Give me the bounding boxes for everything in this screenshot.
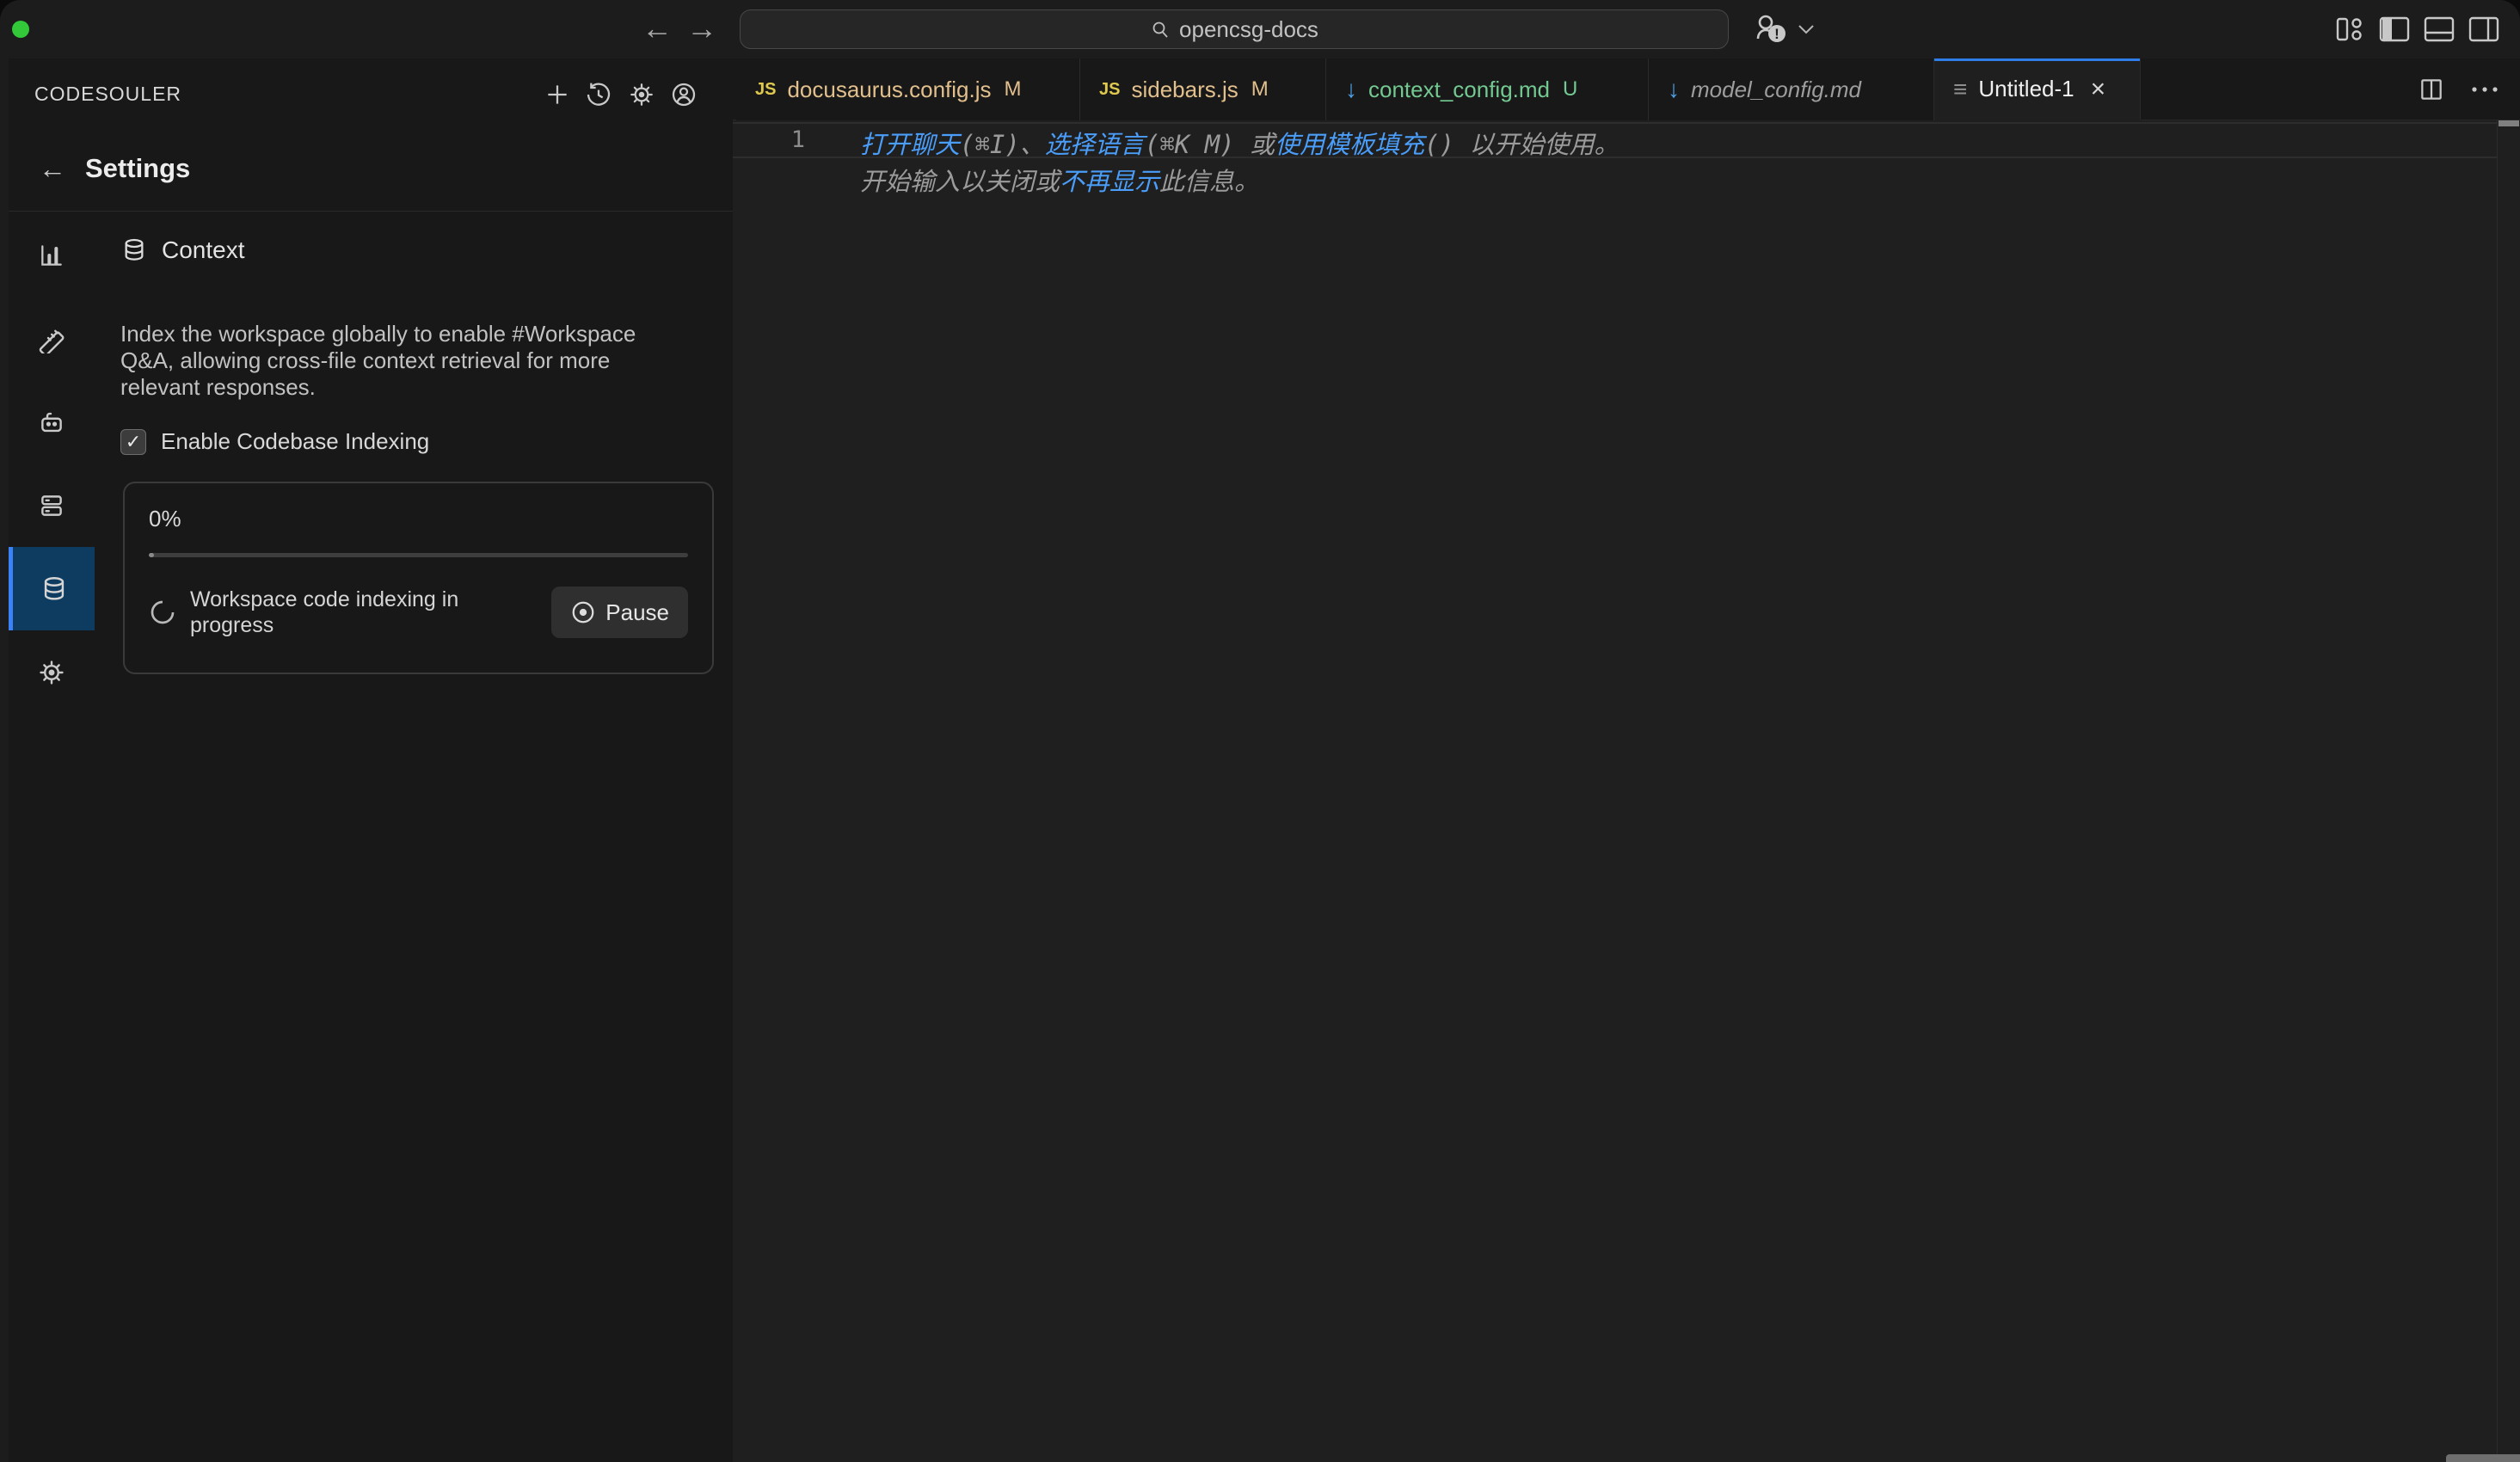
- rail-item-bar-chart[interactable]: [9, 213, 95, 297]
- gear-icon: [37, 658, 66, 687]
- progress-percent: 0%: [149, 506, 688, 532]
- panel-header: CODESOULER: [9, 58, 733, 129]
- indexing-progress-card: 0% Workspace code indexing in progress: [123, 482, 714, 674]
- app-window: ← → opencsg-docs !: [0, 0, 2520, 1462]
- panel-title: CODESOULER: [34, 58, 181, 129]
- window-traffic-light[interactable]: [12, 21, 29, 38]
- robot-icon: [37, 408, 66, 437]
- context-heading-label: Context: [162, 236, 245, 264]
- progress-bar: [149, 553, 688, 557]
- toggle-primary-sidebar-button[interactable]: [2376, 15, 2413, 44]
- rail-item-ruler[interactable]: [9, 297, 95, 380]
- close-tab-icon[interactable]: ×: [2091, 77, 2106, 102]
- hint-link[interactable]: 选择语言: [1045, 130, 1145, 159]
- hint-link[interactable]: 使用模板填充: [1275, 130, 1424, 159]
- hint-link[interactable]: 不再显示: [1060, 167, 1159, 196]
- search-icon: [1150, 19, 1171, 40]
- customize-layout-button[interactable]: [2331, 15, 2369, 44]
- split-editor-icon[interactable]: [2417, 76, 2446, 103]
- progress-status-row: Workspace code indexing in progress Paus…: [149, 587, 688, 638]
- pause-button[interactable]: Pause: [551, 587, 688, 638]
- git-status-badge: M: [1005, 77, 1022, 101]
- hint-text: 开始输入以关闭或: [860, 167, 1060, 196]
- toggle-panel-button[interactable]: [2420, 15, 2458, 44]
- database-icon: [120, 236, 148, 264]
- tab-label: Untitled-1: [1978, 76, 2074, 102]
- command-center-search[interactable]: opencsg-docs: [740, 9, 1729, 49]
- tab-label: context_config.md: [1368, 77, 1550, 103]
- txt-file-icon: ≡: [1953, 77, 1967, 101]
- tab-context-config-md[interactable]: ↓ context_config.md U: [1326, 58, 1649, 120]
- git-status-badge: U: [1563, 77, 1577, 101]
- editor-actions: [2417, 58, 2499, 120]
- settings-header: ← Settings: [39, 150, 190, 187]
- line-number: 1: [767, 126, 805, 153]
- tab-sidebars-js[interactable]: JS sidebars.js M: [1080, 58, 1326, 120]
- editor-area: JS docusaurus.config.js M JS sidebars.js M ↓ co…: [733, 58, 2520, 1462]
- pause-circle-icon: [570, 599, 596, 625]
- enable-indexing-checkbox[interactable]: ✓: [120, 429, 146, 455]
- js-file-icon: JS: [755, 80, 776, 100]
- copilot-icon: !: [1751, 11, 1791, 47]
- rail-item-robot[interactable]: [9, 380, 95, 464]
- tab-docusaurus-config-js[interactable]: JS docusaurus.config.js M: [736, 58, 1080, 120]
- bar-chart-icon: [38, 242, 65, 269]
- settings-title: Settings: [85, 153, 190, 184]
- hint-text: (⌘I)、: [960, 130, 1045, 159]
- server-stack-icon: [37, 491, 66, 520]
- hint-text: () 以开始使用。: [1424, 130, 1619, 159]
- database-icon: [40, 574, 69, 604]
- md-file-icon: ↓: [1345, 77, 1357, 101]
- rail-item-server-stack[interactable]: [9, 464, 95, 547]
- editor-content[interactable]: 1 打开聊天(⌘I)、选择语言(⌘K M) 或使用模板填充() 以开始使用。 开…: [733, 120, 2520, 1462]
- pause-button-label: Pause: [605, 599, 669, 626]
- settings-category-rail: [9, 211, 95, 1462]
- hint-link[interactable]: 打开聊天: [860, 130, 960, 159]
- history-button[interactable]: [583, 79, 614, 110]
- copilot-menu-button[interactable]: !: [1751, 11, 1815, 47]
- rail-item-gear[interactable]: [9, 630, 95, 714]
- chevron-down-icon: [1798, 24, 1815, 34]
- tab-label: docusaurus.config.js: [787, 77, 991, 103]
- enable-indexing-label: Enable Codebase Indexing: [161, 428, 429, 455]
- codesouler-sidebar: CODESOULER ← S: [9, 58, 733, 1462]
- hint-text: 此信息。: [1159, 167, 1259, 196]
- panel-settings-gear-button[interactable]: [626, 79, 657, 110]
- tab-label: model_config.md: [1691, 77, 1861, 103]
- navigate-back-button[interactable]: ←: [640, 0, 674, 58]
- tab-label: sidebars.js: [1131, 77, 1238, 103]
- editor-hint-line-1: 打开聊天(⌘I)、选择语言(⌘K M) 或使用模板填充() 以开始使用。: [860, 125, 1620, 161]
- editor-hint-line-2: 开始输入以关闭或不再显示此信息。: [860, 162, 1259, 198]
- context-section-heading: Context: [120, 236, 245, 264]
- title-bar: ← → opencsg-docs !: [0, 0, 2520, 58]
- horizontal-scrollbar-thumb[interactable]: [2446, 1454, 2520, 1462]
- navigate-forward-button[interactable]: →: [685, 0, 719, 58]
- ruler-icon: [37, 324, 66, 353]
- account-button[interactable]: [668, 79, 699, 110]
- js-file-icon: JS: [1099, 80, 1120, 100]
- progress-status-text: Workspace code indexing in progress: [190, 587, 482, 638]
- scrollbar-gutter-divider: [2497, 120, 2498, 1462]
- tab-untitled-1[interactable]: ≡ Untitled-1 ×: [1934, 58, 2141, 120]
- search-value: opencsg-docs: [1179, 16, 1318, 43]
- git-status-badge: M: [1251, 77, 1269, 101]
- rail-item-database[interactable]: [9, 547, 95, 630]
- hint-text: (⌘K M) 或: [1145, 130, 1275, 159]
- md-file-icon: ↓: [1668, 77, 1680, 101]
- settings-back-button[interactable]: ←: [39, 150, 66, 187]
- progress-bar-fill: [149, 553, 154, 557]
- tab-model-config-md[interactable]: ↓ model_config.md: [1649, 58, 1934, 120]
- new-chat-button[interactable]: [542, 79, 573, 110]
- editor-tab-bar: JS docusaurus.config.js M JS sidebars.js M ↓ co…: [733, 58, 2520, 120]
- context-description: Index the workspace globally to enable #…: [120, 321, 679, 401]
- settings-content: Context Index the workspace globally to …: [112, 211, 722, 1462]
- toggle-secondary-sidebar-button[interactable]: [2465, 15, 2503, 44]
- spinner-icon: [149, 599, 176, 626]
- svg-text:!: !: [1774, 26, 1779, 42]
- enable-indexing-row: ✓ Enable Codebase Indexing: [120, 428, 429, 455]
- more-actions-icon[interactable]: [2470, 85, 2499, 94]
- vertical-scrollbar-thumb[interactable]: [2498, 120, 2519, 126]
